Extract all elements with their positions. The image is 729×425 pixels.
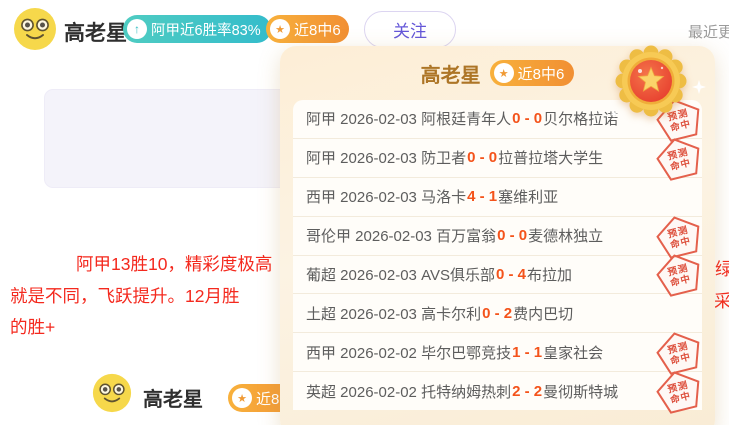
match-score: 0 - 0 (497, 227, 527, 244)
follow-button[interactable]: 关注 (364, 11, 456, 48)
article-line-2: 就是不同，飞跃提升。12月胜 (10, 281, 295, 313)
article-edge-fragment-1: 绿 (715, 256, 729, 281)
recent-updates-label: 最近更新 (688, 21, 729, 42)
match-league-date-home: 英超 2026-02-02 托特纳姆热刺 (306, 381, 511, 402)
match-row: 西甲 2026-02-02 毕尔巴鄂竞技1 - 1皇家社会 预测 命中 (293, 333, 702, 372)
match-row: 哥伦甲 2026-02-03 百万富翁0 - 0麦德林独立 预测 命中 (293, 217, 702, 256)
match-league-date-home: 哥伦甲 2026-02-03 百万富翁 (306, 225, 496, 246)
star-icon: ★ (270, 19, 290, 39)
smiley-face-icon (13, 7, 57, 51)
match-score: 0 - 4 (496, 266, 526, 283)
username-bottom[interactable]: 高老星 (143, 383, 203, 412)
star-icon: ★ (494, 63, 514, 83)
article-text: 阿甲13胜10，精彩度极高 就是不同，飞跃提升。12月胜 的胜+ (10, 249, 295, 344)
prediction-popup-card: 高老星 ★ 近8中6 (280, 46, 715, 425)
star-icon: ★ (232, 388, 252, 408)
article-line-3: 的胜+ (10, 312, 295, 344)
up-arrow-icon: ↑ (127, 19, 147, 39)
streak-badge-label: 近8中6 (294, 19, 341, 40)
match-away-team: 拉普拉塔大学生 (498, 147, 603, 168)
stamp-line-2: 命中 (669, 274, 692, 289)
match-away-team: 布拉加 (527, 264, 572, 285)
match-score: 0 - 0 (512, 110, 542, 127)
match-away-team: 曼彻斯特城 (543, 381, 618, 402)
stamp-line-2: 命中 (669, 352, 692, 367)
article-edge-fragment-2: 采 (714, 288, 729, 313)
popup-streak-badge: ★ 近8中6 (490, 60, 575, 86)
match-away-team: 贝尔格拉诺 (543, 108, 618, 129)
match-score: 0 - 0 (467, 149, 497, 166)
prediction-hit-stamp-icon: 预测 命中 (652, 365, 707, 417)
match-away-team: 皇家社会 (543, 342, 603, 363)
gold-medal-icon (611, 39, 691, 119)
match-league-date-home: 阿甲 2026-02-03 阿根廷青年人 (306, 108, 511, 129)
match-row: 土超 2026-02-03 高卡尔利0 - 2费内巴切 (293, 294, 702, 333)
match-away-team: 费内巴切 (513, 303, 573, 324)
match-league-date-home: 葡超 2026-02-03 AVS俱乐部 (306, 264, 495, 285)
page: 高老星 ↑ 阿甲近6胜率83% ★ 近8中6 关注 最近更新 阿甲13胜10，精… (0, 0, 729, 425)
match-score: 0 - 2 (482, 305, 512, 322)
article-line-1: 阿甲13胜10，精彩度极高 (10, 249, 295, 281)
match-list: 阿甲 2026-02-03 阿根廷青年人0 - 0贝尔格拉诺 预测 命中 阿甲 … (293, 100, 702, 410)
match-row: 西甲 2026-02-03 马洛卡4 - 1塞维利亚 (293, 178, 702, 217)
popup-streak-badge-label: 近8中6 (518, 63, 565, 84)
match-league-date-home: 西甲 2026-02-02 毕尔巴鄂竞技 (306, 342, 511, 363)
match-league-date-home: 阿甲 2026-02-03 防卫者 (306, 147, 466, 168)
match-score: 1 - 1 (512, 344, 542, 361)
winrate-badge-label: 阿甲近6胜率83% (151, 19, 261, 40)
user-avatar[interactable] (13, 7, 57, 51)
username[interactable]: 高老星 (64, 17, 127, 47)
winrate-badge: ↑ 阿甲近6胜率83% (123, 15, 271, 43)
match-row: 葡超 2026-02-03 AVS俱乐部0 - 4布拉加 预测 命中 (293, 256, 702, 295)
popup-username: 高老星 (421, 59, 481, 88)
match-away-team: 塞维利亚 (498, 186, 558, 207)
match-away-team: 麦德林独立 (528, 225, 603, 246)
user-avatar-bottom[interactable] (92, 373, 132, 413)
match-score: 4 - 1 (467, 188, 497, 205)
match-league-date-home: 土超 2026-02-03 高卡尔利 (306, 303, 481, 324)
match-league-date-home: 西甲 2026-02-03 马洛卡 (306, 186, 466, 207)
prediction-hit-stamp-icon: 预测 命中 (652, 132, 707, 184)
match-score: 2 - 2 (512, 383, 542, 400)
smiley-face-icon (92, 373, 132, 413)
streak-badge: ★ 近8中6 (266, 15, 349, 43)
prediction-hit-stamp-icon: 预测 命中 (652, 248, 707, 300)
match-row: 阿甲 2026-02-03 防卫者0 - 0拉普拉塔大学生 预测 命中 (293, 139, 702, 178)
match-row: 英超 2026-02-02 托特纳姆热刺2 - 2曼彻斯特城 预测 命中 (293, 372, 702, 410)
